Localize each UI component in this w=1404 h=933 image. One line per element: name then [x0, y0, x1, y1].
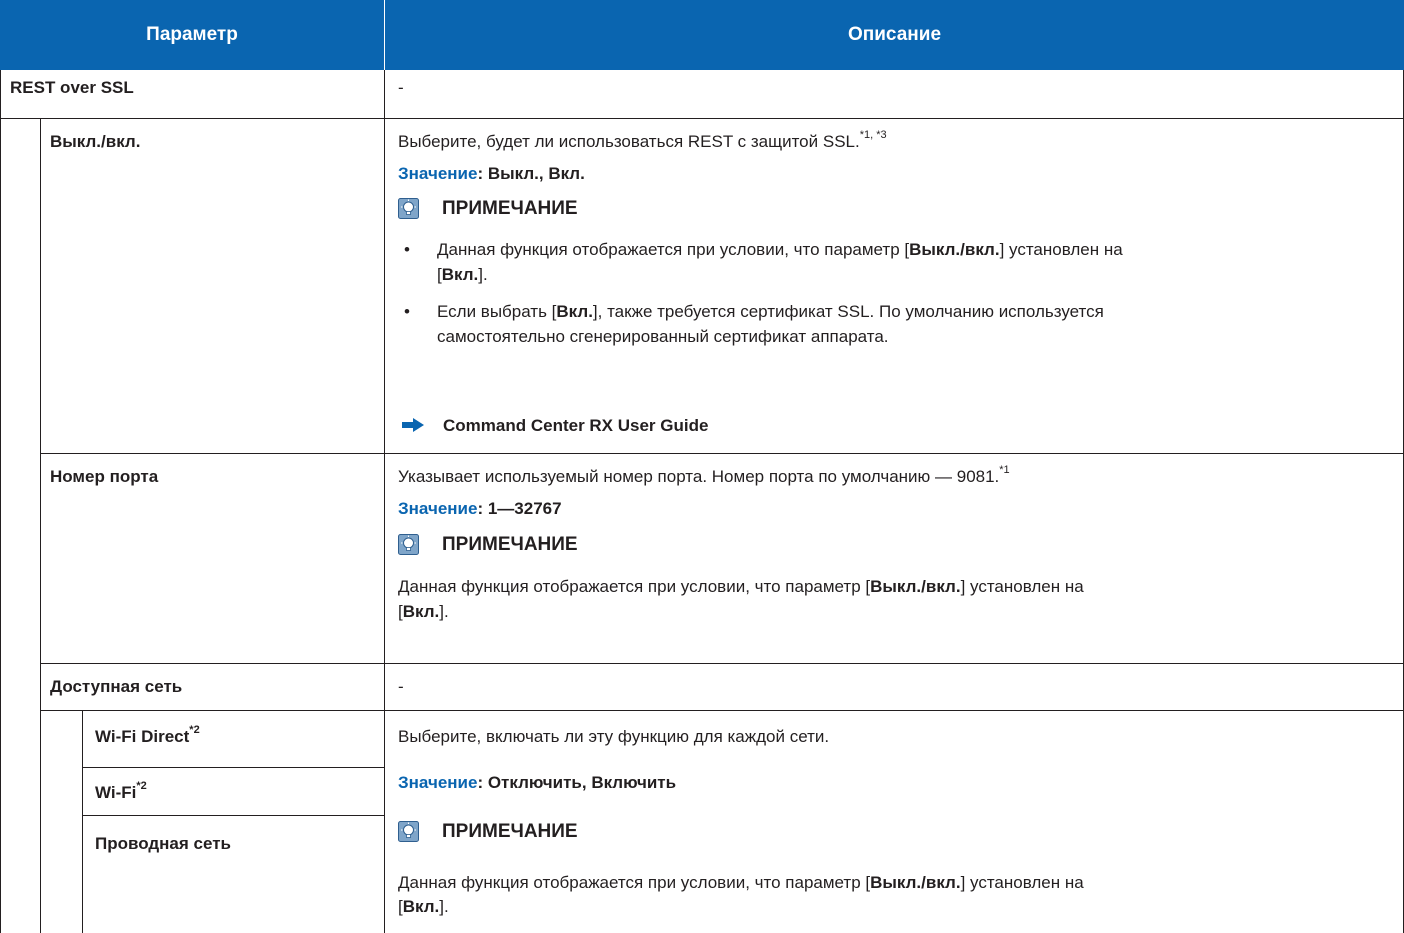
- note-title-port: ПРИМЕЧАНИЕ: [442, 534, 578, 555]
- bullet-dot-1: •: [404, 240, 410, 259]
- note-title-onoff: ПРИМЕЧАНИЕ: [442, 198, 578, 219]
- note-port-line1: Данная функция отображается при условии,…: [398, 577, 1084, 596]
- param-available-network: Доступная сеть: [50, 677, 183, 696]
- bullet-onoff-2: Если выбрать [Вкл.], также требуется сер…: [437, 302, 1104, 321]
- header-description-label: Описание: [847, 24, 942, 45]
- bullet-onoff-2-cont: самостоятельно сгенерированный сертифика…: [437, 327, 889, 346]
- rule-row-wifidirect: [40, 710, 1404, 711]
- param-port-number: Номер порта: [50, 467, 159, 486]
- bullet-onoff-1: Данная функция отображается при условии,…: [437, 240, 1123, 259]
- note-lightbulb-icon: [398, 534, 419, 555]
- header-parameter-label: Параметр: [146, 24, 238, 45]
- note-port-line2: [Вкл.].: [398, 602, 449, 621]
- rule-row-wired: [82, 815, 384, 816]
- note-lightbulb-icon: [398, 198, 419, 219]
- rule-row-port: [40, 453, 1404, 454]
- rule-row-network: [40, 663, 1404, 664]
- param-wired-network: Проводная сеть: [95, 834, 231, 853]
- param-rest-over-ssl: REST over SSL: [10, 78, 134, 97]
- note-lightbulb-icon: [398, 821, 419, 842]
- rule-row-wifi: [82, 767, 384, 768]
- desc-available-network: -: [398, 677, 404, 696]
- rule-row-rest: [0, 118, 1404, 119]
- bullet-onoff-1-cont: [Вкл.].: [437, 265, 488, 284]
- rule-indent-2: [82, 710, 83, 933]
- rule-param-desc: [384, 70, 385, 933]
- desc-rest-over-ssl: -: [398, 78, 404, 97]
- header-description: Описание: [385, 0, 1404, 70]
- param-onoff: Выкл./вкл.: [50, 132, 141, 151]
- desc-port-number: Указывает используемый номер порта. Номе…: [398, 464, 1010, 486]
- reference-link[interactable]: Command Center RX User Guide: [443, 415, 708, 437]
- value-port-number: Значение: 1—32767: [398, 499, 562, 518]
- bullet-dot-2: •: [404, 302, 410, 321]
- arrow-right-icon: [402, 418, 424, 432]
- param-wifi-direct: Wi-Fi Direct*2: [95, 724, 200, 746]
- rule-indent-1: [40, 118, 41, 933]
- desc-onoff: Выберите, будет ли использоваться REST с…: [398, 129, 887, 151]
- value-onoff: Значение: Выкл., Вкл.: [398, 164, 585, 183]
- rule-left-outer: [0, 70, 1, 933]
- value-network: Значение: Отключить, Включить: [398, 773, 677, 792]
- note-title-network: ПРИМЕЧАНИЕ: [442, 821, 578, 842]
- note-network-line1: Данная функция отображается при условии,…: [398, 873, 1084, 892]
- note-network-line2: [Вкл.].: [398, 897, 449, 916]
- desc-network: Выберите, включать ли эту функцию для ка…: [398, 727, 830, 746]
- header-parameter: Параметр: [0, 0, 384, 70]
- param-wifi: Wi-Fi*2: [95, 780, 147, 802]
